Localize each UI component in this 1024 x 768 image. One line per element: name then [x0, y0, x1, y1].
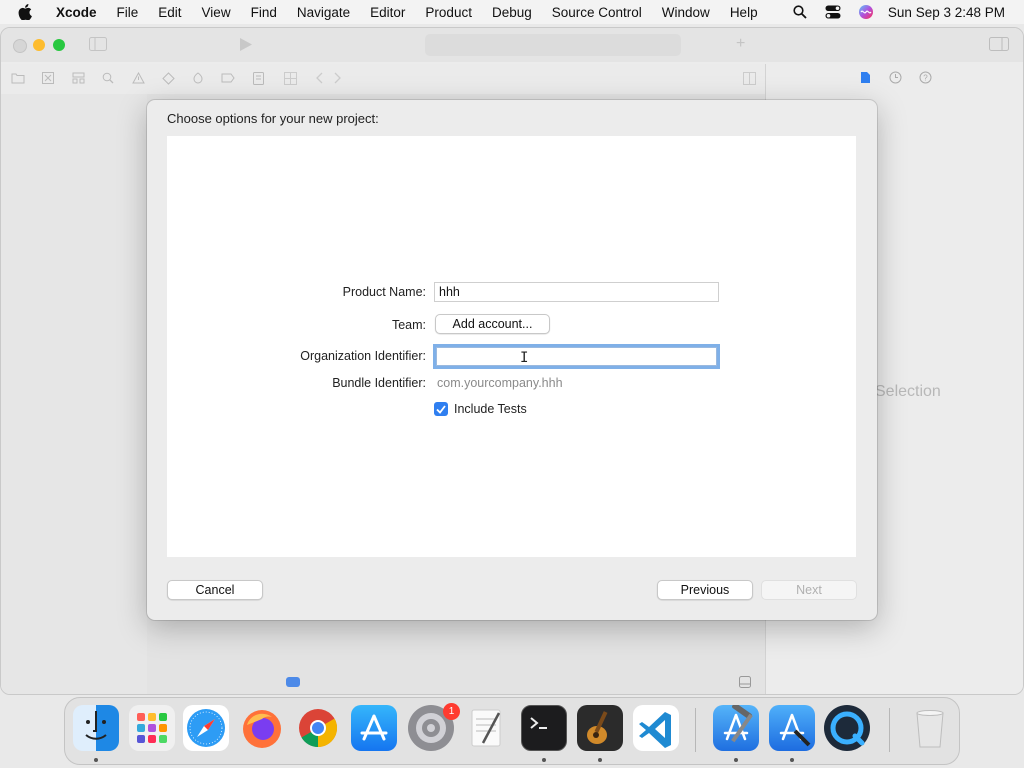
menu-bar: Xcode File Edit View Find Navigate Edito… [0, 0, 1024, 24]
settings-badge: 1 [443, 703, 460, 720]
add-icon[interactable]: + [736, 35, 745, 53]
next-button[interactable]: Next [761, 580, 857, 600]
svg-text:?: ? [923, 74, 928, 83]
close-window-button[interactable] [13, 39, 27, 53]
include-tests-checkbox[interactable] [434, 402, 448, 416]
report-navigator-icon[interactable] [251, 71, 265, 85]
activity-viewer [425, 34, 681, 56]
team-label: Team: [391, 318, 426, 332]
debug-navigator-icon[interactable] [191, 71, 205, 85]
help-inspector-icon[interactable]: ? [919, 71, 932, 87]
menu-editor[interactable]: Editor [360, 5, 415, 20]
vscode-icon[interactable] [633, 705, 679, 751]
menu-app-name[interactable]: Xcode [52, 5, 107, 20]
textedit-icon[interactable] [463, 705, 509, 751]
minimize-window-button[interactable] [33, 39, 45, 51]
xcode-icon[interactable] [713, 703, 759, 751]
dock-separator-2 [889, 708, 890, 752]
history-inspector-icon[interactable] [889, 71, 902, 87]
terminal-running-dot [542, 758, 546, 762]
chrome-icon[interactable] [295, 705, 341, 751]
breakpoint-navigator-icon[interactable] [221, 71, 235, 85]
forward-chevron-icon[interactable] [331, 71, 345, 85]
include-tests-label[interactable]: Include Tests [454, 402, 527, 416]
spotlight-search-icon[interactable] [793, 5, 807, 19]
checkmark-icon [436, 404, 446, 414]
grid-icon[interactable] [283, 71, 297, 85]
menu-file[interactable]: File [107, 5, 149, 20]
firefox-icon[interactable] [239, 705, 285, 751]
apple-menu-icon[interactable] [18, 4, 36, 20]
launchpad-icon[interactable] [129, 705, 175, 751]
organization-identifier-field[interactable] [433, 344, 720, 369]
find-navigator-icon[interactable] [101, 71, 115, 85]
issue-navigator-icon[interactable] [131, 71, 145, 85]
file-inspector-icon[interactable] [860, 71, 871, 87]
navigator-toolbar [1, 64, 765, 95]
menu-view[interactable]: View [192, 5, 241, 20]
text-cursor-icon: I [520, 350, 529, 366]
menu-source-control[interactable]: Source Control [542, 5, 652, 20]
menu-clock[interactable]: Sun Sep 3 2:48 PM [888, 5, 1005, 20]
simulator-running-dot [790, 758, 794, 762]
menu-navigate[interactable]: Navigate [287, 5, 360, 20]
panel-toggle-icon[interactable] [739, 676, 751, 691]
product-name-label: Product Name: [342, 285, 426, 299]
source-control-icon[interactable] [41, 71, 55, 85]
finder-icon[interactable] [73, 705, 119, 751]
quicktime-icon[interactable] [824, 705, 870, 751]
folder-icon[interactable] [11, 71, 25, 85]
trash-icon[interactable] [907, 705, 953, 751]
test-navigator-icon[interactable] [161, 71, 175, 85]
organization-identifier-label: Organization Identifier: [300, 349, 426, 363]
add-account-button[interactable]: Add account... [435, 314, 550, 334]
menu-edit[interactable]: Edit [148, 5, 191, 20]
safari-icon[interactable] [183, 705, 229, 751]
cancel-button[interactable]: Cancel [167, 580, 263, 600]
garageband-running-dot [598, 758, 602, 762]
control-center-icon[interactable] [825, 5, 841, 19]
new-project-sheet: Choose options for your new project: Pro… [147, 100, 877, 620]
zoom-window-button[interactable] [53, 39, 65, 51]
terminal-icon[interactable] [521, 705, 567, 751]
debug-area-toggle[interactable] [286, 677, 300, 687]
simulator-icon[interactable] [769, 705, 815, 751]
run-icon[interactable] [239, 37, 253, 55]
app-store-icon[interactable] [351, 705, 397, 751]
inspector-toggle-icon[interactable] [989, 37, 1009, 54]
symbol-navigator-icon[interactable] [71, 71, 85, 85]
sheet-title: Choose options for your new project: [167, 111, 379, 126]
menu-help[interactable]: Help [720, 5, 768, 20]
navigator-pane [1, 94, 147, 694]
menu-window[interactable]: Window [652, 5, 720, 20]
finder-running-dot [94, 758, 98, 762]
previous-button[interactable]: Previous [657, 580, 753, 600]
menu-product[interactable]: Product [415, 5, 482, 20]
sidebar-toggle-icon[interactable] [89, 37, 107, 54]
adjust-editor-icon[interactable] [742, 71, 756, 85]
no-selection-label: Selection [875, 383, 941, 400]
garageband-icon[interactable] [577, 705, 623, 751]
menu-debug[interactable]: Debug [482, 5, 542, 20]
back-chevron-icon[interactable] [312, 71, 326, 85]
dock: 1 [64, 697, 960, 765]
product-name-field[interactable]: hhh [434, 282, 719, 302]
siri-icon[interactable] [858, 5, 873, 19]
menu-find[interactable]: Find [241, 5, 287, 20]
xcode-running-dot [734, 758, 738, 762]
bundle-identifier-value: com.yourcompany.hhh [437, 376, 563, 390]
dock-separator [695, 708, 696, 752]
bundle-identifier-label: Bundle Identifier: [332, 376, 426, 390]
